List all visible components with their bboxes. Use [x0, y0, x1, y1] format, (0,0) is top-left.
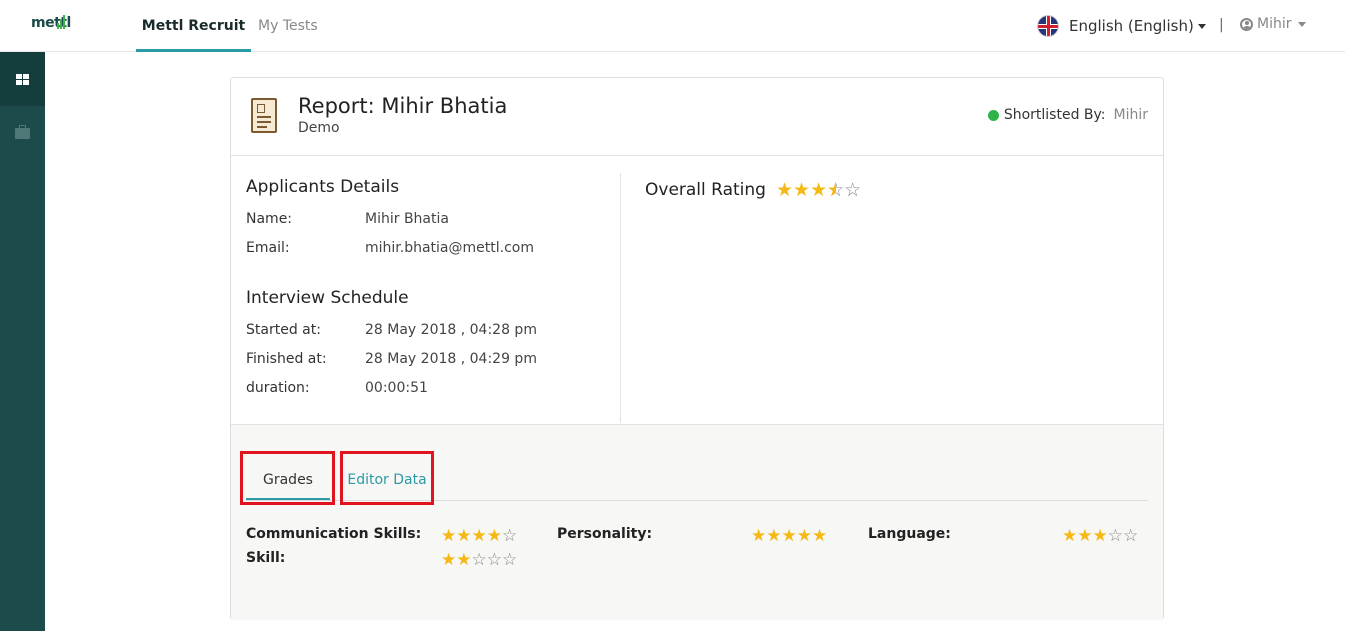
- grade-stars-skill: ★★☆☆☆: [441, 550, 517, 570]
- name-label: Name:: [246, 211, 293, 227]
- star-full-icon: ★: [1092, 526, 1108, 546]
- star-empty-icon: ☆: [471, 550, 487, 570]
- email-label: Email:: [246, 240, 290, 256]
- star-full-icon: ★: [456, 526, 472, 546]
- status-dot-icon: [987, 109, 999, 121]
- sidebar-item-dashboard[interactable]: [0, 52, 45, 106]
- overall-rating: Overall Rating ★★★☆☆: [645, 179, 861, 201]
- star-full-icon: ★: [810, 179, 828, 201]
- star-full-icon: ★: [751, 526, 767, 546]
- grade-stars-language: ★★★☆☆: [1062, 526, 1138, 546]
- logo-bars-icon: [57, 15, 65, 29]
- started-at-label: Started at:: [246, 322, 321, 338]
- star-full-icon: ★: [1077, 526, 1093, 546]
- dashboard-grid-icon: [16, 73, 29, 85]
- grade-label-language: Language:: [868, 526, 951, 542]
- star-full-icon: ★: [456, 550, 472, 570]
- nav-tab-mettl-recruit[interactable]: Mettl Recruit: [136, 0, 251, 52]
- nav-separator: |: [1219, 17, 1224, 33]
- grade-stars-communication: ★★★★☆: [441, 526, 517, 546]
- star-empty-icon: ☆: [844, 179, 862, 201]
- star-full-icon: ★: [796, 526, 812, 546]
- nav-tab-my-tests[interactable]: My Tests: [258, 0, 318, 52]
- grade-label-personality: Personality:: [557, 526, 653, 542]
- finished-at-value: 28 May 2018 , 04:29 pm: [365, 351, 537, 367]
- report-title-label: Report:: [298, 94, 375, 118]
- star-full-icon: ★: [441, 550, 457, 570]
- highlight-box-grades: [240, 451, 335, 505]
- language-label: English (English): [1069, 17, 1194, 35]
- report-header: Report: Mihir Bhatia Demo Shortlisted By…: [231, 78, 1163, 156]
- overall-rating-label: Overall Rating: [645, 180, 766, 200]
- report-subtitle: Demo: [298, 120, 340, 136]
- star-empty-icon: ☆: [1107, 526, 1123, 546]
- briefcase-icon: [15, 124, 30, 139]
- email-value: mihir.bhatia@mettl.com: [365, 240, 534, 256]
- resume-document-icon: [251, 98, 277, 133]
- user-name: Mihir: [1257, 16, 1292, 32]
- star-full-icon: ★: [471, 526, 487, 546]
- finished-at-label: Finished at:: [246, 351, 327, 367]
- report-card: Report: Mihir Bhatia Demo Shortlisted By…: [230, 77, 1164, 620]
- applicant-details-heading: Applicants Details: [246, 177, 400, 197]
- star-full-icon: ★: [775, 179, 794, 201]
- grade-stars-personality: ★★★★★: [751, 526, 827, 546]
- star-empty-icon: ☆: [502, 550, 518, 570]
- star-empty-icon: ☆: [1123, 526, 1139, 546]
- user-avatar-icon: [1240, 17, 1253, 31]
- chevron-down-icon: [1197, 23, 1206, 29]
- highlight-box-editor-data: [340, 451, 434, 505]
- grade-label-skill: Skill:: [246, 550, 286, 566]
- star-full-icon: ★: [781, 526, 797, 546]
- star-full-icon: ★: [441, 526, 457, 546]
- top-navbar: mettl Mettl Recruit My Tests English (En…: [0, 0, 1345, 52]
- duration-value: 00:00:51: [365, 380, 428, 396]
- grade-label-communication: Communication Skills:: [246, 526, 422, 542]
- duration-label: duration:: [246, 380, 310, 396]
- details-section: Applicants Details Name: Mihir Bhatia Em…: [231, 157, 1163, 423]
- star-empty-icon: ☆: [486, 550, 502, 570]
- star-half-icon: ☆: [827, 179, 844, 201]
- uk-flag-icon: [1037, 15, 1059, 37]
- star-full-icon: ★: [793, 179, 811, 201]
- star-full-icon: ★: [766, 526, 782, 546]
- language-selector[interactable]: English (English): [1037, 14, 1206, 38]
- star-full-icon: ★: [812, 526, 828, 546]
- shortlisted-status: Shortlisted By: Mihir: [987, 107, 1149, 123]
- user-menu[interactable]: Mihir: [1240, 16, 1306, 32]
- sidebar: [0, 52, 45, 631]
- sidebar-item-jobs[interactable]: [0, 106, 45, 160]
- chevron-down-icon: [1297, 21, 1306, 27]
- star-empty-icon: ☆: [502, 526, 518, 546]
- name-value: Mihir Bhatia: [365, 211, 449, 227]
- grades-panel: Grades Editor Data Communication Skills:…: [231, 424, 1163, 620]
- shortlisted-label: Shortlisted By:: [1003, 107, 1106, 123]
- shortlisted-by-value: Mihir: [1113, 107, 1149, 123]
- interview-schedule-heading: Interview Schedule: [246, 288, 409, 308]
- candidate-name: Mihir Bhatia: [381, 94, 508, 118]
- star-full-icon: ★: [486, 526, 502, 546]
- vertical-divider: [620, 173, 621, 423]
- started-at-value: 28 May 2018 , 04:28 pm: [365, 322, 537, 338]
- star-full-icon: ★: [1062, 526, 1078, 546]
- report-title: Report: Mihir Bhatia: [298, 94, 507, 118]
- overall-rating-stars: ★★★☆☆: [776, 179, 861, 201]
